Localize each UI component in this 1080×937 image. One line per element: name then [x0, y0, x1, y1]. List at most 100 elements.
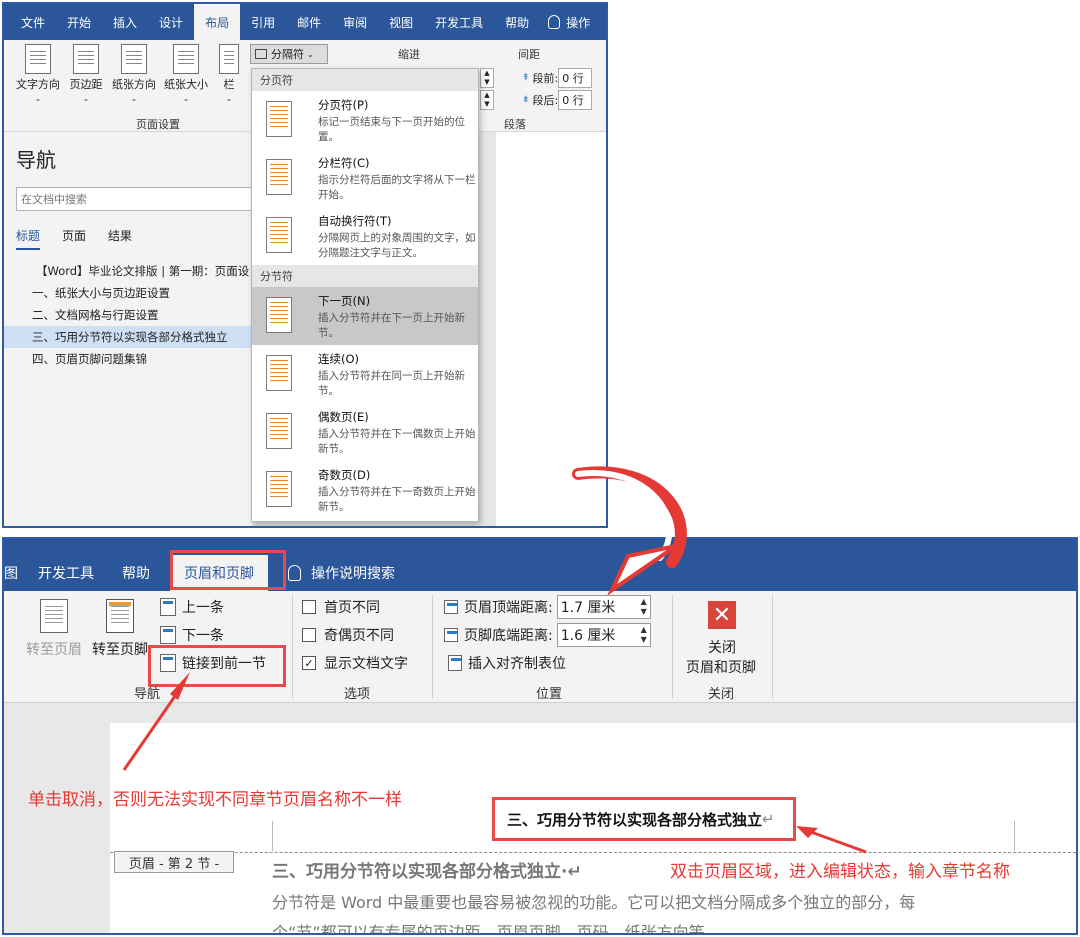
- document-page: [496, 132, 606, 526]
- goto-header-button[interactable]: 转至页眉: [26, 599, 82, 659]
- previous-label: 上一条: [182, 600, 224, 616]
- nav-heading-item[interactable]: 一、纸张大小与页边距设置: [4, 282, 252, 304]
- close-header-footer-line1[interactable]: 关闭: [708, 637, 736, 657]
- header-top-distance-label: 页眉顶端距离:: [464, 600, 553, 616]
- nav-tab-headings[interactable]: 标题: [16, 227, 41, 250]
- spinner-arrows-icon[interactable]: ▲ ▼: [641, 625, 647, 645]
- spacing-after-input[interactable]: 0 行: [558, 90, 593, 110]
- continuous-icon: [266, 355, 292, 391]
- chevron-down-icon: ⌄: [82, 94, 90, 103]
- checkbox-unchecked-icon: [302, 628, 316, 642]
- tab-insert[interactable]: 插入: [102, 4, 148, 40]
- ribbon-tab-bar: 文件 开始 插入 设计 布局 引用 邮件 审阅 视图 开发工具 帮助 操作: [4, 4, 606, 40]
- nav-tab-pages[interactable]: 页面: [62, 227, 86, 250]
- footer-bottom-distance-label: 页脚底端距离:: [464, 628, 553, 644]
- bottom-screenshot: 图 开发工具 帮助 页眉和页脚 操作说明搜索 转至页眉 转至页脚 上一条 下一条…: [2, 537, 1078, 935]
- goto-footer-button[interactable]: 转至页脚: [92, 599, 148, 659]
- chevron-down-icon: ⌄: [182, 94, 190, 103]
- nav-heading-item-selected[interactable]: 三、巧用分节符以实现各部分格式独立: [4, 326, 252, 348]
- show-document-text-label: 显示文档文字: [324, 656, 408, 672]
- close-icon[interactable]: ✕: [708, 601, 736, 629]
- tab-view[interactable]: 视图: [378, 4, 424, 40]
- breaks-icon: [255, 49, 267, 59]
- spinner-arrows-icon[interactable]: ▲ ▼: [641, 597, 647, 617]
- menu-item-desc: 插入分节符并在下一页上开始新节。: [318, 312, 465, 339]
- header-top-distance-input[interactable]: 1.7 厘米 ▲ ▼: [556, 595, 651, 619]
- text-direction-button[interactable]: 文字方向 ⌄: [12, 44, 64, 103]
- size-label: 纸张大小: [164, 78, 208, 91]
- menu-item-desc: 指示分栏符后面的文字将从下一栏开始。: [318, 174, 476, 201]
- nav-tabs: 标题 页面 结果: [16, 227, 252, 250]
- tab-review[interactable]: 审阅: [332, 4, 378, 40]
- show-document-text-checkbox[interactable]: ✓ 显示文档文字: [302, 653, 408, 673]
- menu-item-title: 连续(O): [318, 352, 360, 366]
- previous-button[interactable]: 上一条: [160, 597, 224, 617]
- different-first-page-checkbox[interactable]: 首页不同: [302, 597, 380, 617]
- next-button[interactable]: 下一条: [160, 625, 224, 645]
- nav-heading-item[interactable]: 二、文档网格与行距设置: [4, 304, 252, 326]
- tab-layout[interactable]: 布局: [194, 4, 241, 40]
- footer-bottom-distance-input[interactable]: 1.6 厘米 ▲ ▼: [556, 623, 651, 647]
- nav-heading-item[interactable]: 四、页眉页脚问题集锦: [4, 348, 252, 370]
- menu-item-text-wrapping[interactable]: 自动换行符(T) 分隔网页上的对象周围的文字，如分隔题注文字与正文。: [252, 207, 478, 265]
- menu-item-odd-page[interactable]: 奇数页(D) 插入分节符并在下一奇数页上开始新节。: [252, 461, 478, 519]
- different-odd-even-checkbox[interactable]: 奇偶页不同: [302, 625, 394, 645]
- tab-help[interactable]: 帮助: [108, 555, 164, 591]
- spinner-arrows-icon[interactable]: ▲ ▼: [480, 90, 494, 110]
- menu-item-desc: 插入分节符并在下一偶数页上开始新节。: [318, 428, 476, 455]
- odd-page-icon: [266, 471, 292, 507]
- menu-item-column-break[interactable]: 分栏符(C) 指示分栏符后面的文字将从下一栏开始。: [252, 149, 478, 207]
- tab-help[interactable]: 帮助: [494, 4, 540, 40]
- columns-button[interactable]: 栏 ⌄: [216, 44, 242, 103]
- tab-home[interactable]: 开始: [56, 4, 102, 40]
- breaks-button[interactable]: 分隔符 ⌄: [250, 44, 328, 64]
- margins-button[interactable]: 页边距 ⌄: [66, 44, 106, 103]
- menu-item-even-page[interactable]: 偶数页(E) 插入分节符并在下一偶数页上开始新节。: [252, 403, 478, 461]
- next-label: 下一条: [182, 628, 224, 644]
- tab-view-cut[interactable]: 图: [4, 555, 24, 591]
- menu-item-page-break[interactable]: 分页符(P) 标记一页结束与下一页开始的位置。: [252, 91, 478, 149]
- size-button[interactable]: 纸张大小 ⌄: [160, 44, 212, 103]
- tab-references[interactable]: 引用: [240, 4, 286, 40]
- close-header-footer-line2[interactable]: 页眉和页脚: [686, 657, 756, 677]
- column-break-icon: [266, 159, 292, 195]
- tab-developer[interactable]: 开发工具: [24, 555, 108, 591]
- margins-label: 页边距: [69, 78, 103, 91]
- header-text[interactable]: 三、巧用分节符以实现各部分格式独立 ↵: [492, 797, 796, 841]
- paper-size-icon: [173, 44, 199, 74]
- navigation-pane: 导航 在文档中搜索 标题 页面 结果 【Word】毕业论文排版 | 第一期：页面…: [4, 132, 252, 526]
- tell-me-search[interactable]: 操作说明搜索: [274, 555, 409, 591]
- insert-alignment-tab-button[interactable]: 插入对齐制表位: [448, 653, 566, 673]
- tab-mailings[interactable]: 邮件: [286, 4, 332, 40]
- menu-item-next-page[interactable]: 下一页(N) 插入分节符并在下一页上开始新节。: [252, 287, 478, 345]
- nav-heading-item[interactable]: 【Word】毕业论文排版 | 第一期：页面设: [4, 260, 252, 282]
- body-paragraph-line-1[interactable]: 分节符是 Word 中最重要也最容易被忽视的功能。它可以把文档分隔成多个独立的部…: [272, 889, 915, 913]
- orientation-button[interactable]: 纸张方向 ⌄: [108, 44, 160, 103]
- page-breaks-section-header: 分页符: [252, 69, 478, 91]
- tab-file[interactable]: 文件: [10, 4, 56, 40]
- nav-search-input[interactable]: 在文档中搜索: [16, 187, 252, 211]
- tab-design[interactable]: 设计: [148, 4, 194, 40]
- paragraph-mark-icon: ↵: [567, 862, 582, 882]
- group-divider: [432, 595, 433, 699]
- group-options-label: 选项: [344, 687, 371, 702]
- body-paragraph-line-2[interactable]: 个“节”都可以有专属的页边距、页眉页脚、页码、纸张方向等。: [272, 919, 721, 933]
- tell-me-search[interactable]: 操作: [540, 4, 590, 40]
- chevron-down-icon: ⌄: [225, 94, 233, 103]
- spacing-before-control: ⇞ 段前: 0 行: [522, 68, 593, 88]
- spinner-arrows-icon[interactable]: ▲ ▼: [480, 68, 494, 88]
- spacing-after-icon: ⇟: [522, 95, 530, 105]
- tab-developer[interactable]: 开发工具: [424, 4, 494, 40]
- alignment-tab-icon: [448, 655, 462, 671]
- spacing-after-label: 段后:: [532, 94, 559, 107]
- lightbulb-icon: [288, 565, 301, 581]
- menu-item-continuous[interactable]: 连续(O) 插入分节符并在同一页上开始新节。: [252, 345, 478, 403]
- indent-right-spinner[interactable]: ▲ ▼: [480, 90, 494, 110]
- nav-tab-results[interactable]: 结果: [108, 227, 132, 250]
- page-break-icon: [266, 101, 292, 137]
- spacing-before-input[interactable]: 0 行: [558, 68, 593, 88]
- body-heading[interactable]: 三、巧用分节符以实现各部分格式独立·↵: [272, 857, 582, 882]
- indent-left-spinner[interactable]: ▲ ▼: [480, 68, 494, 88]
- goto-header-icon: [40, 599, 68, 633]
- menu-item-title: 分页符(P): [318, 98, 369, 112]
